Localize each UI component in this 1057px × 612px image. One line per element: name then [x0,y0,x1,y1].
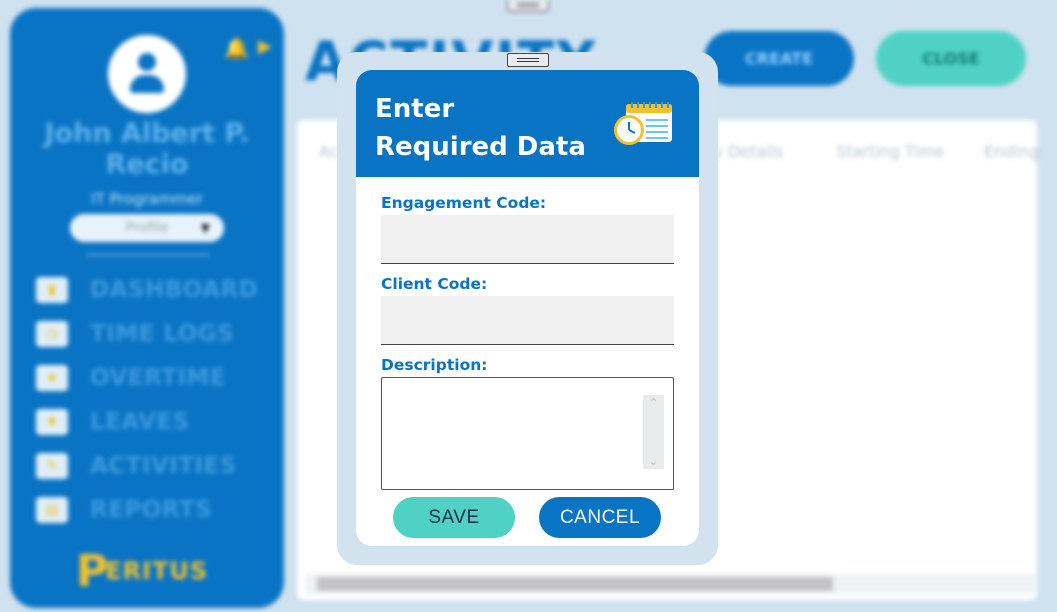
sidebar-item-label: OVERTIME [90,365,226,391]
sidebar-item-activities[interactable]: ✎ ACTIVITIES [32,444,282,488]
engagement-code-label: Engagement Code: [381,194,547,212]
sidebar-divider [86,254,210,256]
dialog-title: Enter Required Data [375,90,586,166]
leaves-icon: ♦ [36,409,68,435]
sidebar-item-time-logs[interactable]: ◷ TIME LOGS [32,312,282,356]
dialog-title-line2: Required Data [375,132,586,162]
column-header: Starting Time [836,142,945,161]
brand-logo-mark: P [76,545,110,597]
close-button[interactable]: CLOSE [876,31,1026,86]
sidebar-item-label: ACTIVITIES [90,453,237,479]
description-label: Description: [381,356,488,374]
logout-icon[interactable]: ▶ [258,36,280,58]
clock-icon: ◷ [36,321,68,347]
sidebar-nav: ▮ DASHBOARD ◷ TIME LOGS ★ OVERTIME ♦ LEA… [32,268,282,532]
user-role: IT Programmer [91,190,203,208]
brand-logo: P ERITUS [76,545,236,597]
horizontal-scrollbar[interactable] [305,574,1035,594]
engagement-code-field[interactable] [381,215,674,264]
calendar-clock-icon [614,102,672,145]
overtime-icon: ★ [36,365,68,391]
avatar [108,35,186,113]
required-data-dialog: Enter Required Data Engagement Code: Cli… [356,70,699,546]
client-code-label: Client Code: [381,275,488,293]
column-header: Ending [984,142,1040,161]
activities-icon: ✎ [36,453,68,479]
sidebar-item-label: TIME LOGS [90,321,235,347]
sidebar: 🔔 ▶ John Albert P. Recio IT Programmer P… [10,8,284,608]
sidebar-item-dashboard[interactable]: ▮ DASHBOARD [32,268,282,312]
column-header: Ac [319,142,339,161]
modal-drag-handle[interactable] [507,53,549,67]
reports-icon: ▤ [36,497,68,523]
scrollbar-thumb[interactable] [317,577,833,591]
cancel-button[interactable]: CANCEL [539,497,661,538]
user-name: John Albert P. Recio [44,118,250,180]
textarea-scrollbar[interactable]: ⌃ ⌄ [643,395,664,469]
sidebar-item-label: REPORTS [90,497,213,523]
window-drag-handle[interactable] [507,0,549,12]
column-header: ty Details [707,142,784,161]
profile-dropdown[interactable]: Profile ▼ [70,214,224,242]
profile-dropdown-label: Profile [125,220,169,236]
sidebar-item-overtime[interactable]: ★ OVERTIME [32,356,282,400]
dialog-title-line1: Enter [375,94,455,124]
chevron-down-icon: ▼ [200,221,210,235]
create-button[interactable]: CREATE [704,31,854,86]
save-button[interactable]: SAVE [393,497,515,538]
sidebar-item-label: DASHBOARD [90,277,259,303]
chart-icon: ▮ [36,277,68,303]
dialog-header: Enter Required Data [356,70,699,177]
sidebar-item-label: LEAVES [90,409,190,435]
sidebar-item-reports[interactable]: ▤ REPORTS [32,488,282,532]
bell-icon[interactable]: 🔔 [224,36,249,60]
sidebar-item-leaves[interactable]: ♦ LEAVES [32,400,282,444]
description-textarea[interactable]: ⌃ ⌄ [381,377,674,490]
client-code-field[interactable] [381,296,674,345]
chevron-up-icon[interactable]: ⌃ [643,396,664,409]
chevron-down-icon[interactable]: ⌄ [643,455,664,468]
brand-logo-text: ERITUS [105,557,209,585]
